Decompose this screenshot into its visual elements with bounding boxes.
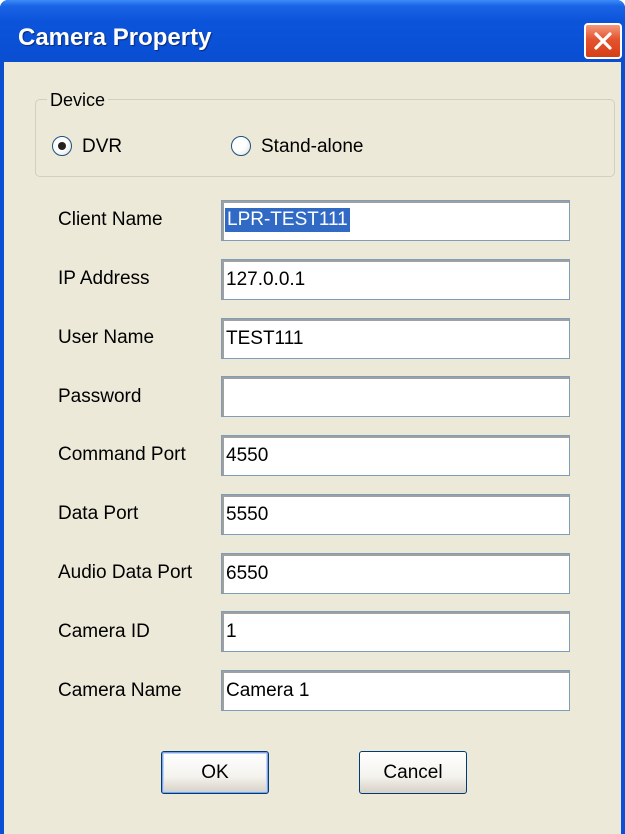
audio-data-port-label: Audio Data Port [58, 562, 193, 583]
ip-address-label: IP Address [58, 268, 150, 289]
camera-id-field[interactable] [221, 611, 570, 652]
camera-name-label: Camera Name [58, 680, 182, 701]
radio-dvr-dot [58, 142, 66, 150]
radio-dvr[interactable] [52, 136, 72, 156]
data-port-label: Data Port [58, 503, 139, 524]
camera-property-dialog: Camera Property Device DVR Stand-alone C… [0, 0, 625, 834]
ip-address-field[interactable] [221, 259, 570, 300]
command-port-label: Command Port [58, 444, 186, 465]
client-name-field-wrap: LPR-TEST111 [221, 200, 570, 241]
radio-dvr-label[interactable]: DVR [82, 136, 122, 158]
command-port-field[interactable] [221, 435, 570, 476]
password-field[interactable] [221, 376, 570, 417]
device-group-label: Device [47, 89, 109, 111]
data-port-field[interactable] [221, 494, 570, 535]
window-title: Camera Property [18, 24, 212, 51]
radio-standalone-label[interactable]: Stand-alone [261, 136, 363, 158]
close-icon [594, 32, 612, 50]
cancel-button[interactable]: Cancel [359, 751, 467, 794]
audio-data-port-field[interactable] [221, 553, 570, 594]
radio-standalone[interactable] [231, 136, 251, 156]
user-name-label: User Name [58, 327, 155, 348]
close-button[interactable] [584, 23, 622, 59]
ok-button[interactable]: OK [161, 751, 269, 794]
password-label: Password [58, 386, 142, 407]
camera-id-label: Camera ID [58, 621, 150, 642]
client-name-label: Client Name [58, 209, 163, 230]
user-name-field[interactable] [221, 318, 570, 359]
client-name-field[interactable] [221, 200, 570, 241]
camera-name-field[interactable] [221, 670, 570, 711]
